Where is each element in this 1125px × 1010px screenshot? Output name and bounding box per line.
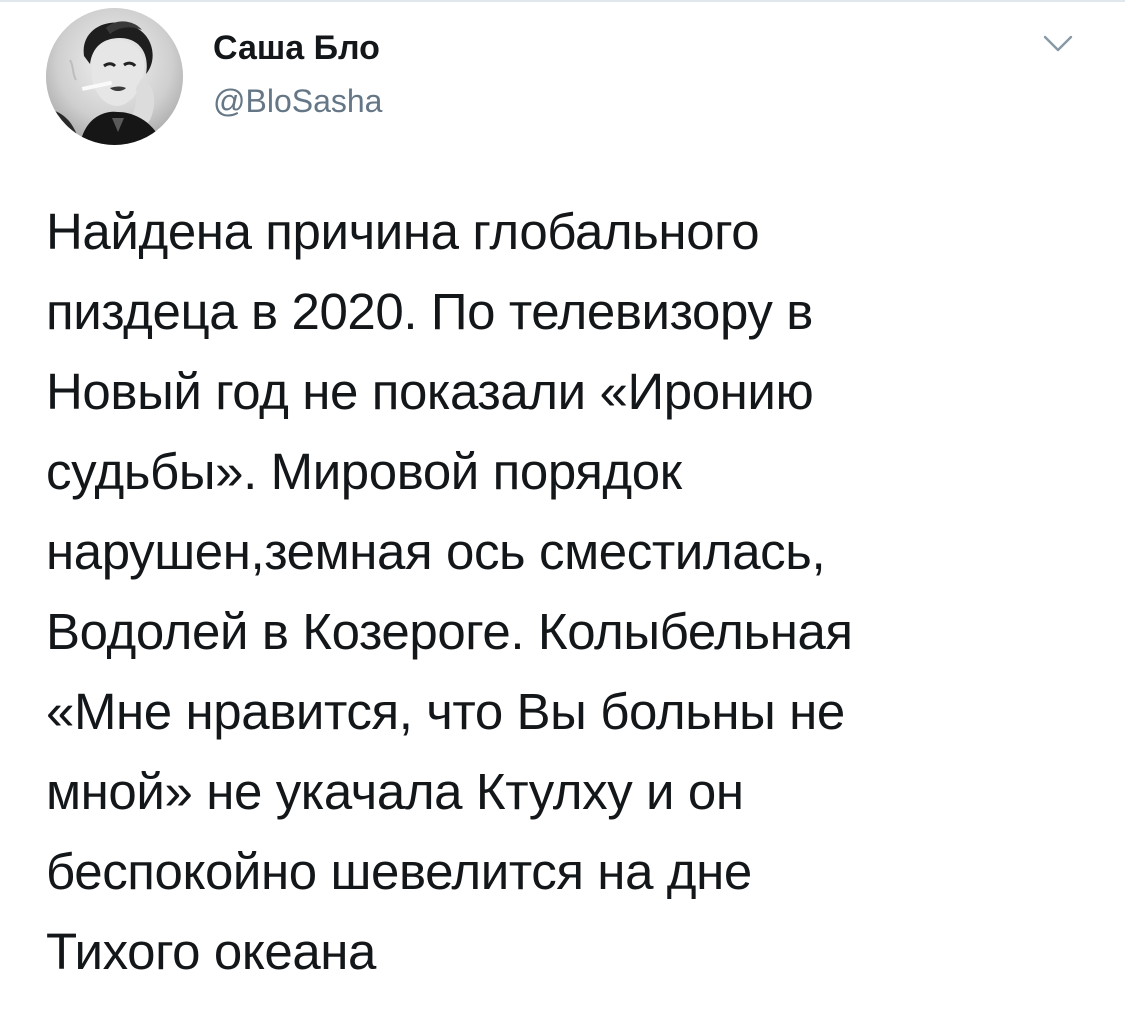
chevron-down-icon [1043, 35, 1073, 52]
tweet-text: Найдена причина глобального пиздеца в 20… [46, 192, 1096, 992]
author-avatar[interactable] [46, 8, 183, 145]
author-handle[interactable]: @BloSasha [213, 81, 382, 121]
tweet-card: Саша Бло @BloSasha Найдена причина глоба… [0, 0, 1125, 1010]
tweet-text-line: Новый год не показали «Иронию [46, 363, 814, 420]
tweet-text-line: Тихого океана [46, 923, 377, 980]
tweet-text-line: мной» не укачала Ктулху и он [46, 763, 744, 820]
tweet-text-line: нарушен,земная ось сместилась, [46, 523, 826, 580]
tweet-text-line: Найдена причина глобального [46, 203, 760, 260]
tweet-text-line: пиздеца в 2020. По телевизору в [46, 283, 813, 340]
tweet-text-line: судьбы». Мировой порядок [46, 443, 682, 500]
avatar-photo [46, 8, 183, 145]
author-display-name[interactable]: Саша Бло [213, 28, 380, 68]
tweet-text-line: Водолей в Козероге. Колыбельная [46, 603, 853, 660]
tweet-menu-button[interactable] [1040, 26, 1076, 62]
tweet-text-line: беспокойно шевелится на дне [46, 843, 752, 900]
tweet-text-line: «Мне нравится, что Вы больны не [46, 683, 845, 740]
